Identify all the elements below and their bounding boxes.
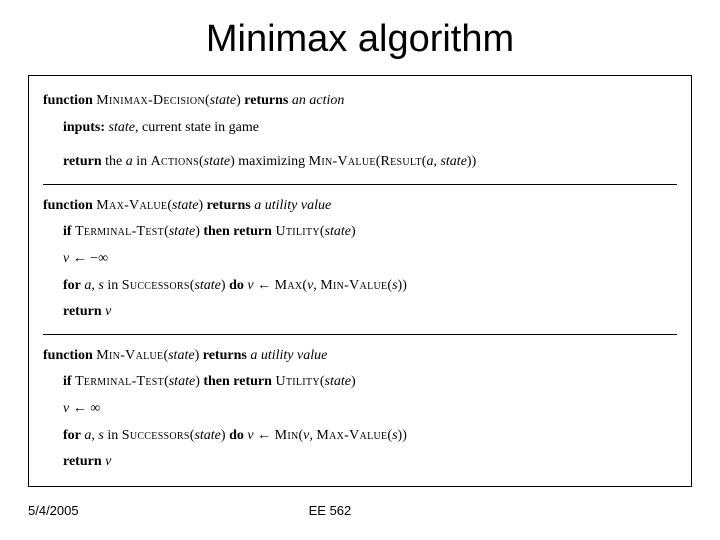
- var-state: state: [169, 374, 195, 389]
- algo-line: return the a in Actions(state) maximizin…: [43, 149, 677, 176]
- keyword-return: return: [63, 154, 102, 169]
- fn-successors: Successors: [122, 278, 190, 293]
- algo-line: v ← ∞: [43, 396, 677, 423]
- ret-type: a utility value: [250, 348, 327, 363]
- keyword-for: for: [63, 428, 81, 443]
- keyword-then-return: then return: [203, 224, 272, 239]
- keyword-if: if: [63, 224, 72, 239]
- var-state: state: [204, 154, 230, 169]
- separator: [43, 334, 677, 335]
- keyword-function: function: [43, 93, 93, 108]
- algo-line: function Max-Value(state) returns a util…: [43, 193, 677, 220]
- footer-date: 5/4/2005: [28, 503, 79, 518]
- keyword-function: function: [43, 198, 93, 213]
- var-state: state: [169, 224, 195, 239]
- ret-type: a utility value: [254, 198, 331, 213]
- algo-line: function Min-Value(state) returns a util…: [43, 343, 677, 370]
- algo-line: for a, s in Successors(state) do v ← Min…: [43, 423, 677, 450]
- fn-min-value: Min-Value: [309, 154, 376, 169]
- fn-max: Max: [275, 278, 303, 293]
- fn-min: Min: [275, 428, 299, 443]
- text-in: in: [104, 428, 122, 443]
- algo-line: return v: [43, 449, 677, 476]
- algo-line: v ← −∞: [43, 246, 677, 273]
- var-state: state: [325, 374, 351, 389]
- assign-neg-inf: ← −∞: [69, 251, 108, 266]
- var-state: state: [194, 428, 220, 443]
- algo-line: if Terminal-Test(state) then return Util…: [43, 369, 677, 396]
- arrow: ←: [254, 278, 275, 293]
- algo-line: inputs: state, current state in game: [43, 115, 677, 142]
- var-state: state: [440, 154, 466, 169]
- keyword-inputs: inputs:: [63, 120, 105, 135]
- fn-min-value: Min-Value: [320, 278, 387, 293]
- text: the: [102, 154, 126, 169]
- keyword-for: for: [63, 278, 81, 293]
- algo-line: for a, s in Successors(state) do v ← Max…: [43, 273, 677, 300]
- text: maximizing: [235, 154, 309, 169]
- paren: )): [467, 154, 476, 169]
- keyword-returns: returns: [207, 198, 251, 213]
- fn-min-value: Min-Value: [96, 348, 163, 363]
- fn-utility: Utility: [275, 374, 319, 389]
- arg-state: state: [210, 93, 236, 108]
- keyword-do: do: [229, 278, 244, 293]
- ret-type: an action: [292, 93, 345, 108]
- separator: [43, 184, 677, 185]
- fn-successors: Successors: [122, 428, 190, 443]
- inputs-desc: , current state in game: [135, 120, 259, 135]
- slide-footer: 5/4/2005 EE 562: [28, 503, 692, 518]
- keyword-then-return: then return: [203, 374, 272, 389]
- var-state: state: [325, 224, 351, 239]
- algo-line: return v: [43, 299, 677, 326]
- arg-state: state: [172, 198, 198, 213]
- fn-max-value: Max-Value: [316, 428, 387, 443]
- algorithm-box: function Minimax-Decision(state) returns…: [28, 75, 692, 487]
- keyword-do: do: [229, 428, 244, 443]
- var-v: v: [105, 454, 111, 469]
- keyword-returns: returns: [203, 348, 247, 363]
- arg-state: state: [168, 348, 194, 363]
- fn-actions: Actions: [151, 154, 199, 169]
- keyword-return: return: [63, 454, 102, 469]
- fn-utility: Utility: [275, 224, 319, 239]
- fn-terminal-test: Terminal-Test: [75, 224, 164, 239]
- fn-minimax-decision: Minimax-Decision: [96, 93, 205, 108]
- var-v: v: [105, 304, 111, 319]
- assign-pos-inf: ← ∞: [69, 401, 100, 416]
- text-in: in: [104, 278, 122, 293]
- algo-line: function Minimax-Decision(state) returns…: [43, 88, 677, 115]
- footer-course: EE 562: [309, 503, 352, 518]
- slide-title: Minimax algorithm: [28, 18, 692, 61]
- var-state: state: [194, 278, 220, 293]
- fn-terminal-test: Terminal-Test: [75, 374, 164, 389]
- arrow: ←: [254, 428, 275, 443]
- keyword-if: if: [63, 374, 72, 389]
- text: in: [133, 154, 151, 169]
- keyword-function: function: [43, 348, 93, 363]
- keyword-returns: returns: [244, 93, 288, 108]
- algo-line: if Terminal-Test(state) then return Util…: [43, 219, 677, 246]
- fn-max-value: Max-Value: [96, 198, 167, 213]
- inputs-var: state: [109, 120, 135, 135]
- slide: Minimax algorithm function Minimax-Decis…: [0, 0, 720, 540]
- keyword-return: return: [63, 304, 102, 319]
- var-a: a: [126, 154, 133, 169]
- fn-result: Result: [380, 154, 421, 169]
